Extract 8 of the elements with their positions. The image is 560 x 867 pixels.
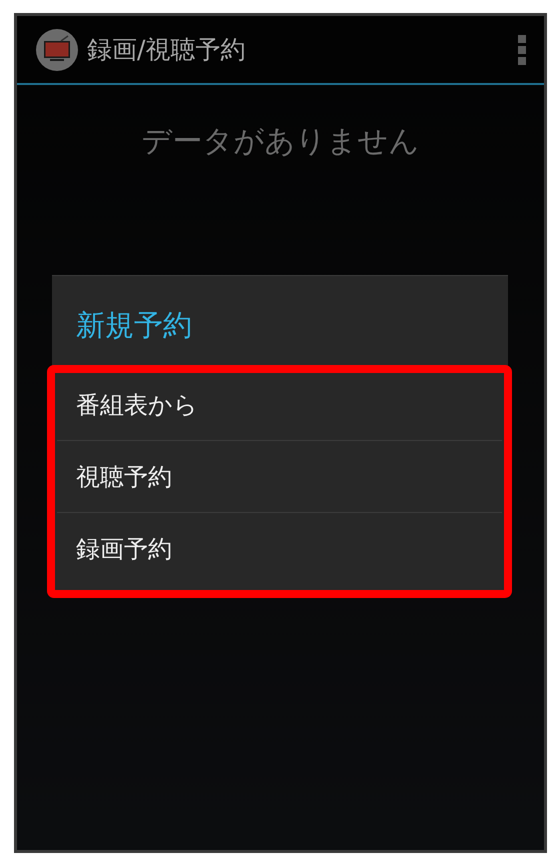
app-title: 録画/視聴予約 [87,34,246,66]
tv-icon[interactable] [35,28,79,72]
overflow-menu-icon[interactable] [518,34,526,64]
empty-message: データがありません [140,123,420,161]
menu-item[interactable]: 視聴予約 [57,440,502,512]
menu-item[interactable]: 録画予約 [57,512,502,584]
dialog-title: 新規予約 [75,307,193,344]
menu-item[interactable]: 番組表から [57,369,502,440]
